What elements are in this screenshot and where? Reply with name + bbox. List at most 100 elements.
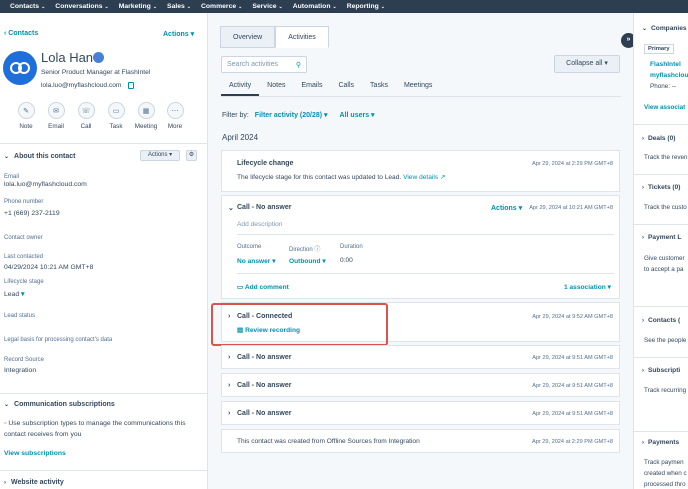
meeting-label: Meeting — [134, 123, 158, 130]
collapse-all-button[interactable]: Collapse all ▾ — [554, 55, 620, 73]
divider — [237, 273, 614, 274]
lifecycle-change-card: Lifecycle change Apr 29, 2024 at 2:29 PM… — [221, 150, 620, 192]
subtab-activity[interactable]: Activity — [221, 82, 260, 96]
about-actions-button[interactable]: Actions ▾ — [140, 150, 180, 161]
subtab-calls[interactable]: Calls — [330, 82, 362, 96]
call-actions-dropdown[interactable]: Actions ▾ — [491, 204, 522, 212]
card-title: Lifecycle change — [237, 160, 294, 167]
call-actions-label: Actions — [491, 205, 517, 212]
nav-commerce[interactable]: Commerce ⌄ — [201, 3, 242, 10]
comment-icon: ▭ — [237, 284, 245, 291]
card-date: Apr 29, 2024 at 9:52 AM GMT+8 — [532, 314, 613, 320]
card-title[interactable]: Call - No answer — [237, 204, 291, 211]
card-title[interactable]: Call - No answer — [237, 410, 291, 417]
nav-contacts[interactable]: Contacts ⌄ — [10, 3, 45, 10]
expand-toggle[interactable]: ⌄ — [228, 204, 234, 212]
add-description-input[interactable]: Add description — [237, 221, 282, 228]
email-field-value[interactable]: lola.luo@myflashcloud.com — [4, 181, 87, 188]
duration-label: Duration — [340, 244, 363, 250]
website-activity-toggle[interactable]: › Website activity — [4, 479, 64, 486]
communication-section-toggle[interactable]: ⌄ Communication subscriptions — [4, 401, 115, 408]
payments-title: Payments — [648, 439, 680, 446]
subtab-emails[interactable]: Emails — [293, 82, 330, 96]
divider — [634, 306, 688, 307]
card-title[interactable]: Call - No answer — [237, 354, 291, 361]
payment-links-text: Give customer — [644, 255, 685, 262]
divider — [0, 393, 207, 394]
company-logo-icon — [10, 62, 30, 74]
filter-users-dropdown[interactable]: All users ▾ — [340, 112, 375, 119]
association-dropdown[interactable]: 1 association ▾ — [564, 283, 611, 291]
companies-section-toggle[interactable]: ⌄ Companies — [642, 25, 687, 32]
nav-label: Sales — [167, 3, 185, 10]
copy-icon[interactable] — [128, 82, 134, 89]
company-name-link[interactable]: FlashIntel — [650, 61, 681, 68]
lifecycle-field-label: Lifecycle stage — [4, 279, 44, 285]
lifecycle-value: Lead — [4, 291, 20, 298]
avatar — [3, 51, 37, 85]
nav-service[interactable]: Service ⌄ — [252, 3, 282, 10]
outcome-dropdown[interactable]: No answer ▾ — [237, 257, 276, 265]
payments-section-toggle[interactable]: › Payments — [642, 439, 679, 446]
phone-field-value[interactable]: +1 (669) 237-2119 — [4, 210, 60, 217]
note-button[interactable]: ✎ Note — [11, 102, 41, 130]
lifecycle-dropdown[interactable]: Lead ▾ — [4, 290, 24, 298]
task-button[interactable]: ▭ Task — [101, 102, 131, 130]
card-title[interactable]: Call - No answer — [237, 382, 291, 389]
call-button[interactable]: ☏ Call — [71, 102, 101, 130]
tab-overview[interactable]: Overview — [220, 26, 276, 48]
subtab-notes[interactable]: Notes — [259, 82, 293, 96]
about-actions-label: Actions — [147, 152, 168, 158]
nav-sales[interactable]: Sales ⌄ — [167, 3, 191, 10]
card-date: Apr 29, 2024 at 2:29 PM GMT+8 — [532, 439, 613, 445]
chevron-right-icon[interactable]: › — [228, 354, 230, 361]
more-button[interactable]: ⋯ More — [160, 102, 190, 130]
view-associations-link[interactable]: View associat — [644, 102, 685, 113]
owner-field-label[interactable]: Contact owner — [4, 235, 43, 241]
contacts-section-toggle[interactable]: › Contacts ( — [642, 317, 680, 324]
lead-status-label[interactable]: Lead status — [4, 313, 35, 319]
card-body: This contact was created from Offline So… — [237, 438, 420, 445]
contact-sidebar: ‹ Contacts Actions ▾ Lola Han Senior Pro… — [0, 13, 208, 489]
direction-value: Outbound — [289, 258, 321, 265]
nav-marketing[interactable]: Marketing ⌄ — [119, 3, 157, 10]
nav-label: Service — [252, 3, 277, 10]
about-section-toggle[interactable]: ⌄ About this contact — [4, 153, 75, 160]
view-details-link[interactable]: View details — [403, 174, 438, 181]
contact-job-title: Senior Product Manager at FlashIntel — [41, 69, 151, 76]
chevron-right-icon[interactable]: › — [228, 410, 230, 417]
meeting-button[interactable]: ▦ Meeting — [131, 102, 161, 130]
chevron-right-icon[interactable]: › — [228, 382, 230, 389]
add-comment-button[interactable]: ▭ Add comment — [237, 283, 289, 291]
search-input[interactable]: Search activities ⚲ — [221, 56, 307, 73]
filter-activity-dropdown[interactable]: Filter activity (20/28) ▾ — [255, 112, 328, 119]
subtab-meetings[interactable]: Meetings — [396, 82, 440, 96]
payment-links-text: to accept a pa — [644, 266, 684, 273]
email-button[interactable]: ✉ Email — [41, 102, 71, 130]
nav-conversations[interactable]: Conversations ⌄ — [55, 3, 108, 10]
tab-activities[interactable]: Activities — [275, 26, 329, 48]
tickets-section-toggle[interactable]: › Tickets (0) — [642, 184, 681, 191]
subtab-tasks[interactable]: Tasks — [362, 82, 396, 96]
nav-automation[interactable]: Automation ⌄ — [293, 3, 337, 10]
legal-basis-label[interactable]: Legal basis for processing contact's dat… — [4, 337, 112, 343]
chevron-down-icon: ⌄ — [4, 154, 10, 160]
payment-links-section-toggle[interactable]: › Payment L — [642, 234, 681, 241]
deals-title: Deals (0) — [648, 135, 676, 142]
company-domain-link[interactable]: myflashclou — [650, 72, 688, 79]
website-activity-title: Website activity — [11, 479, 64, 486]
companies-title: Companies — [651, 25, 687, 32]
nav-reporting[interactable]: Reporting ⌄ — [347, 3, 385, 10]
duration-value: 0:00 — [340, 257, 353, 264]
call-no-answer-card: › Call - No answer Apr 29, 2024 at 9:51 … — [221, 401, 620, 425]
actions-dropdown[interactable]: Actions ▾ — [163, 30, 194, 38]
outcome-label: Outcome — [237, 244, 262, 250]
direction-dropdown[interactable]: Outbound ▾ — [289, 257, 326, 265]
view-subscriptions-link[interactable]: View subscriptions — [4, 450, 66, 457]
verified-badge-icon — [93, 52, 104, 63]
breadcrumb-contacts[interactable]: ‹ Contacts — [4, 30, 38, 37]
gear-icon[interactable]: ⚙ — [186, 150, 197, 161]
subscriptions-section-toggle[interactable]: › Subscripti — [642, 367, 680, 374]
deals-section-toggle[interactable]: › Deals (0) — [642, 135, 676, 142]
chevron-right-icon: › — [642, 318, 644, 324]
